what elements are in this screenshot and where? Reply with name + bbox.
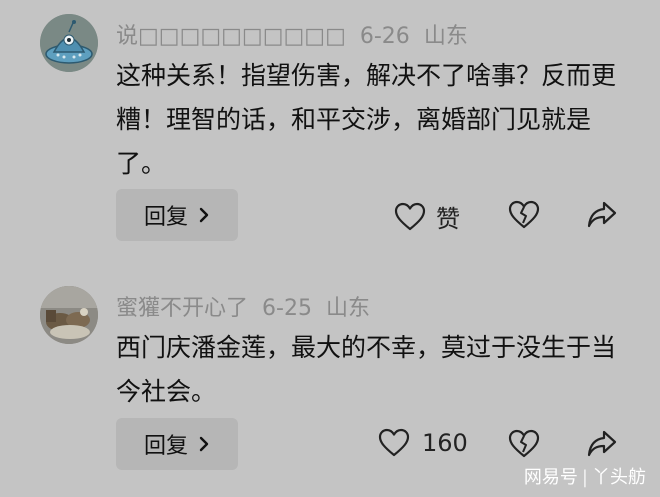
broken-heart-icon — [508, 200, 540, 229]
dislike-button[interactable] — [508, 200, 540, 230]
dislike-button[interactable] — [508, 429, 540, 459]
like-count: 160 — [422, 429, 468, 457]
watermark-right: 丫头舫 — [592, 467, 646, 488]
reply-button[interactable]: 回复 — [116, 189, 238, 241]
watermark: 网易号 | 丫头舫 — [524, 463, 646, 489]
comment-1: 说□□□□□□□□□□ 6-26 山东 这种关系！指望伤害，解决不了啥事？反而更糟！… — [0, 0, 660, 250]
reply-label: 回复 — [143, 205, 188, 230]
username[interactable]: 蜜獾不开心了 — [116, 296, 248, 321]
reply-label: 回复 — [143, 434, 188, 459]
heart-icon — [378, 428, 410, 457]
share-button[interactable] — [586, 199, 618, 229]
share-arrow-icon — [587, 201, 617, 228]
chevron-right-icon — [199, 207, 209, 223]
avatar[interactable] — [40, 286, 98, 344]
comment-meta: 说□□□□□□□□□□ 6-26 山东 — [116, 18, 482, 50]
comment-date: 6-25 — [262, 296, 312, 321]
username[interactable]: 说□□□□□□□□□□ — [116, 24, 346, 49]
comment-text: 西门庆潘金莲，最大的不幸，莫过于没生于当今社会。 — [116, 333, 617, 406]
comment-text: 这种关系！指望伤害，解决不了啥事？反而更糟！理智的话，和平交涉，离婚部门见就是了… — [116, 61, 617, 178]
comment-date: 6-26 — [359, 24, 410, 49]
alien-ufo-avatar-icon — [40, 14, 98, 72]
photo-avatar-icon — [40, 286, 98, 344]
watermark-left: 网易号 — [523, 467, 578, 488]
heart-icon — [394, 202, 426, 230]
like-button[interactable]: 160 — [378, 428, 468, 458]
comment-meta: 蜜獾不开心了 6-25 山东 — [116, 290, 384, 322]
comment-location: 山东 — [325, 296, 370, 321]
comment-location: 山东 — [423, 24, 468, 49]
like-label: 赞 — [436, 205, 460, 233]
broken-heart-icon — [508, 429, 540, 458]
reply-button[interactable]: 回复 — [116, 418, 238, 470]
watermark-separator: | — [581, 467, 588, 488]
like-button[interactable]: 赞 — [394, 199, 460, 234]
share-button[interactable] — [586, 428, 618, 458]
avatar[interactable] — [40, 14, 98, 72]
share-arrow-icon — [587, 430, 617, 457]
comment-2: 蜜獾不开心了 6-25 山东 西门庆潘金莲，最大的不幸，莫过于没生于当今社会。 回复… — [0, 260, 660, 497]
chevron-right-icon — [199, 436, 209, 452]
